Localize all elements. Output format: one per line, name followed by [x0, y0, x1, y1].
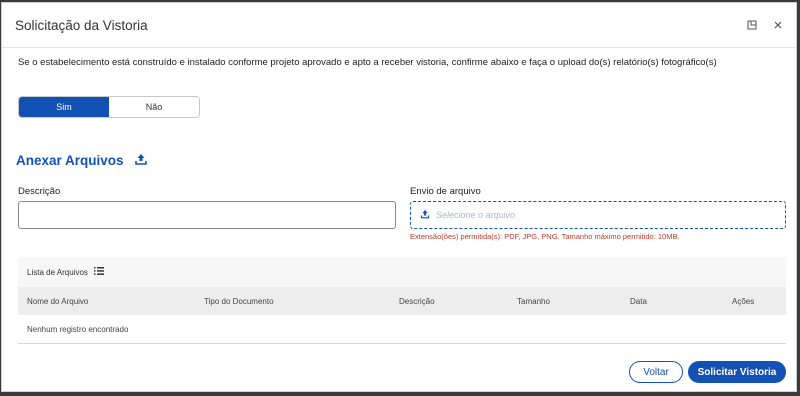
header-actions: [746, 19, 784, 31]
upload-label: Envio de arquivo: [410, 186, 481, 197]
table-header-row: Nome do Arquivo Tipo do Documento Descri…: [18, 287, 786, 315]
upload-icon: [420, 206, 430, 224]
file-list-panel: Lista de Arquivos Nome do Arquivo Tipo d…: [18, 257, 786, 345]
column-header: Descrição: [399, 297, 435, 306]
header-divider: [2, 47, 796, 48]
column-header: Tamanho: [517, 297, 550, 306]
empty-table-message: Nenhum registro encontrado: [18, 315, 786, 344]
section-title-label: Anexar Arquivos: [16, 153, 124, 168]
file-upload-field[interactable]: Selecione o arquivo: [410, 201, 786, 229]
description-label: Descrição: [18, 186, 61, 197]
upload-hint: Extensão(ões) permitida(s): PDF, JPG, PN…: [410, 232, 680, 241]
upload-icon[interactable]: [134, 152, 148, 169]
toggle-yes-button[interactable]: Sim: [19, 97, 109, 117]
column-header: Data: [630, 297, 647, 306]
modal-title: Solicitação da Vistoria: [15, 18, 148, 33]
column-header: Ações: [732, 297, 755, 306]
maximize-icon[interactable]: [746, 19, 758, 31]
toggle-no-button[interactable]: Não: [109, 97, 199, 117]
instruction-text: Se o estabelecimento está construído e i…: [18, 57, 717, 68]
upload-placeholder: Selecione o arquivo: [436, 210, 516, 220]
confirmation-toggle[interactable]: Sim Não: [18, 96, 200, 118]
back-button[interactable]: Voltar: [629, 361, 683, 383]
list-icon: [93, 267, 104, 277]
column-header: Tipo do Documento: [204, 297, 274, 306]
request-inspection-button[interactable]: Solicitar Vistoria: [688, 361, 786, 383]
description-input[interactable]: [18, 201, 396, 229]
file-list-header: Lista de Arquivos: [18, 257, 786, 287]
attach-files-heading: Anexar Arquivos: [16, 152, 148, 169]
solicitacao-modal: Solicitação da Vistoria Se o estabelecim…: [1, 2, 797, 392]
column-header: Nome do Arquivo: [27, 297, 89, 306]
close-icon[interactable]: [772, 19, 784, 31]
file-list-title: Lista de Arquivos: [27, 267, 88, 277]
